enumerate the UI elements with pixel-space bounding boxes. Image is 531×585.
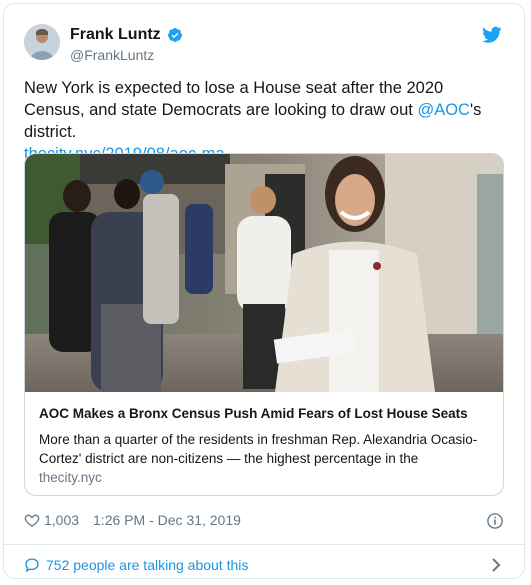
author-name-row[interactable]: Frank Luntz [70, 26, 183, 44]
author-handle[interactable]: @FrankLuntz [70, 47, 154, 63]
talking-count-text[interactable]: 752 people are talking about this [46, 557, 248, 573]
info-icon[interactable] [486, 512, 504, 530]
author-name[interactable]: Frank Luntz [70, 26, 161, 44]
card-title[interactable]: AOC Makes a Bronx Census Push Amid Fears… [39, 406, 494, 421]
heart-icon[interactable] [24, 512, 40, 528]
card-domain: thecity.nyc [39, 470, 102, 485]
conversation-link[interactable]: 752 people are talking about this [24, 557, 248, 573]
author-avatar[interactable] [24, 24, 60, 60]
card-image[interactable] [25, 154, 503, 392]
like-count[interactable]: 1,003 [44, 512, 79, 528]
tweet-text-part1: New York is expected to lose a House sea… [24, 79, 444, 119]
card-description: More than a quarter of the residents in … [39, 432, 478, 466]
tweet-meta: 1,003 1:26 PM - Dec 31, 2019 [24, 512, 241, 528]
mention-link[interactable]: @AOC [417, 101, 470, 119]
verified-badge-icon [167, 28, 182, 42]
timestamp[interactable]: 1:26 PM - Dec 31, 2019 [93, 512, 241, 528]
speech-bubble-icon [25, 558, 39, 573]
divider [4, 544, 524, 545]
tweet-text: New York is expected to lose a House sea… [24, 77, 506, 165]
tweet-card: Frank Luntz @FrankLuntz New York is expe… [3, 3, 525, 579]
twitter-bird-icon[interactable] [482, 26, 502, 44]
link-preview-card[interactable]: AOC Makes a Bronx Census Push Amid Fears… [24, 153, 504, 496]
chevron-right-icon[interactable] [490, 557, 502, 573]
